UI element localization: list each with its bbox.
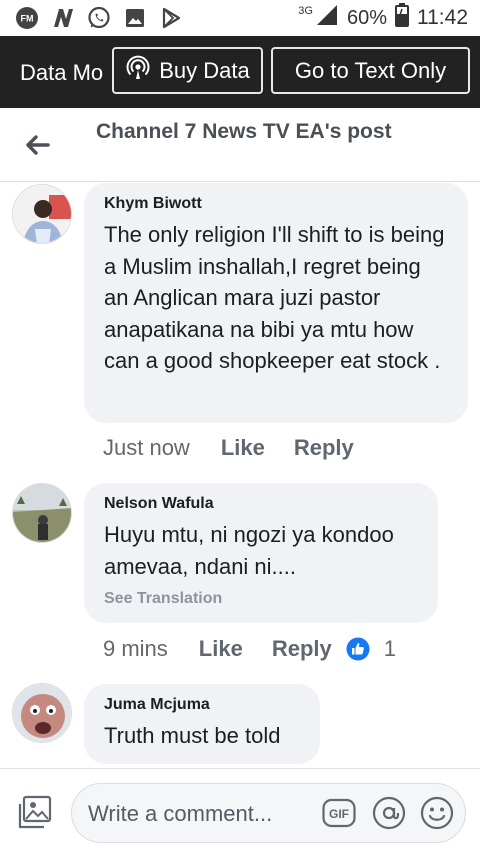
battery-icon <box>395 3 409 33</box>
data-mode-bar: Data Mo Buy Data Go to Text Only <box>0 36 480 108</box>
emoji-icon[interactable] <box>420 796 454 830</box>
back-arrow-icon[interactable] <box>22 130 52 160</box>
comment-actions: 9 mins Like Reply 1 <box>103 636 396 662</box>
see-translation-link[interactable]: See Translation <box>104 590 418 608</box>
comment-input-wrapper: GIF <box>71 783 466 843</box>
comment-actions: Just now Like Reply <box>103 435 354 461</box>
reply-button[interactable]: Reply <box>294 435 354 461</box>
like-button[interactable]: Like <box>221 435 265 461</box>
text-only-button[interactable]: Go to Text Only <box>271 47 470 94</box>
fm-radio-icon: FM <box>14 5 40 31</box>
comment-author[interactable]: Khym Biwott <box>104 195 448 213</box>
svg-text:GIF: GIF <box>329 807 349 821</box>
comment-bubble[interactable]: Khym Biwott The only religion I'll shift… <box>84 183 468 423</box>
post-header: Channel 7 News TV EA's post <box>0 108 480 182</box>
comment-composer: GIF <box>0 768 480 854</box>
svg-text:FM: FM <box>21 14 34 24</box>
comment-author[interactable]: Juma Mcjuma <box>104 696 300 714</box>
comment-time: 9 mins <box>103 636 168 661</box>
comment-bubble[interactable]: Juma Mcjuma Truth must be told <box>84 684 320 764</box>
whatsapp-icon <box>86 5 112 31</box>
comment-author[interactable]: Nelson Wafula <box>104 495 418 513</box>
like-reaction-icon[interactable] <box>346 637 370 661</box>
comment-time: Just now <box>103 435 190 460</box>
avatar[interactable] <box>12 683 72 743</box>
avatar[interactable] <box>12 483 72 543</box>
buy-data-label: Buy Data <box>159 57 250 83</box>
page-title: Channel 7 News TV EA's post <box>96 120 392 143</box>
avatar[interactable] <box>12 184 72 244</box>
comment-text: The only religion I'll shift to is being… <box>104 222 445 373</box>
signal-icon <box>315 3 339 33</box>
data-mode-label: Data Mo <box>20 60 104 85</box>
comment-text: Huyu mtu, ni ngozi ya kondoo amevaa, nda… <box>104 522 394 579</box>
comment-input[interactable] <box>88 798 318 830</box>
reply-button[interactable]: Reply <box>272 636 332 662</box>
system-status: 3G 60% 11:42 <box>298 3 480 33</box>
text-only-label: Go to Text Only <box>294 57 447 83</box>
photo-icon[interactable] <box>16 795 54 831</box>
play-store-icon <box>158 5 184 31</box>
clock: 11:42 <box>417 6 468 29</box>
status-bar: FM 3G 60% 11:42 <box>0 0 480 36</box>
news-n-icon <box>50 5 76 31</box>
comment-bubble[interactable]: Nelson Wafula Huyu mtu, ni ngozi ya kond… <box>84 483 438 623</box>
mention-icon[interactable] <box>372 796 406 830</box>
reaction-count: 1 <box>383 636 396 661</box>
broadcast-icon <box>125 55 151 87</box>
gif-icon[interactable]: GIF <box>322 798 356 828</box>
buy-data-button[interactable]: Buy Data <box>112 47 263 94</box>
notification-icons: FM <box>0 5 184 31</box>
gallery-icon <box>122 5 148 31</box>
like-button[interactable]: Like <box>199 636 243 662</box>
battery-level: 60% <box>346 6 387 29</box>
network-type: 3G <box>298 5 313 17</box>
comment-text: Truth must be told <box>104 723 281 748</box>
